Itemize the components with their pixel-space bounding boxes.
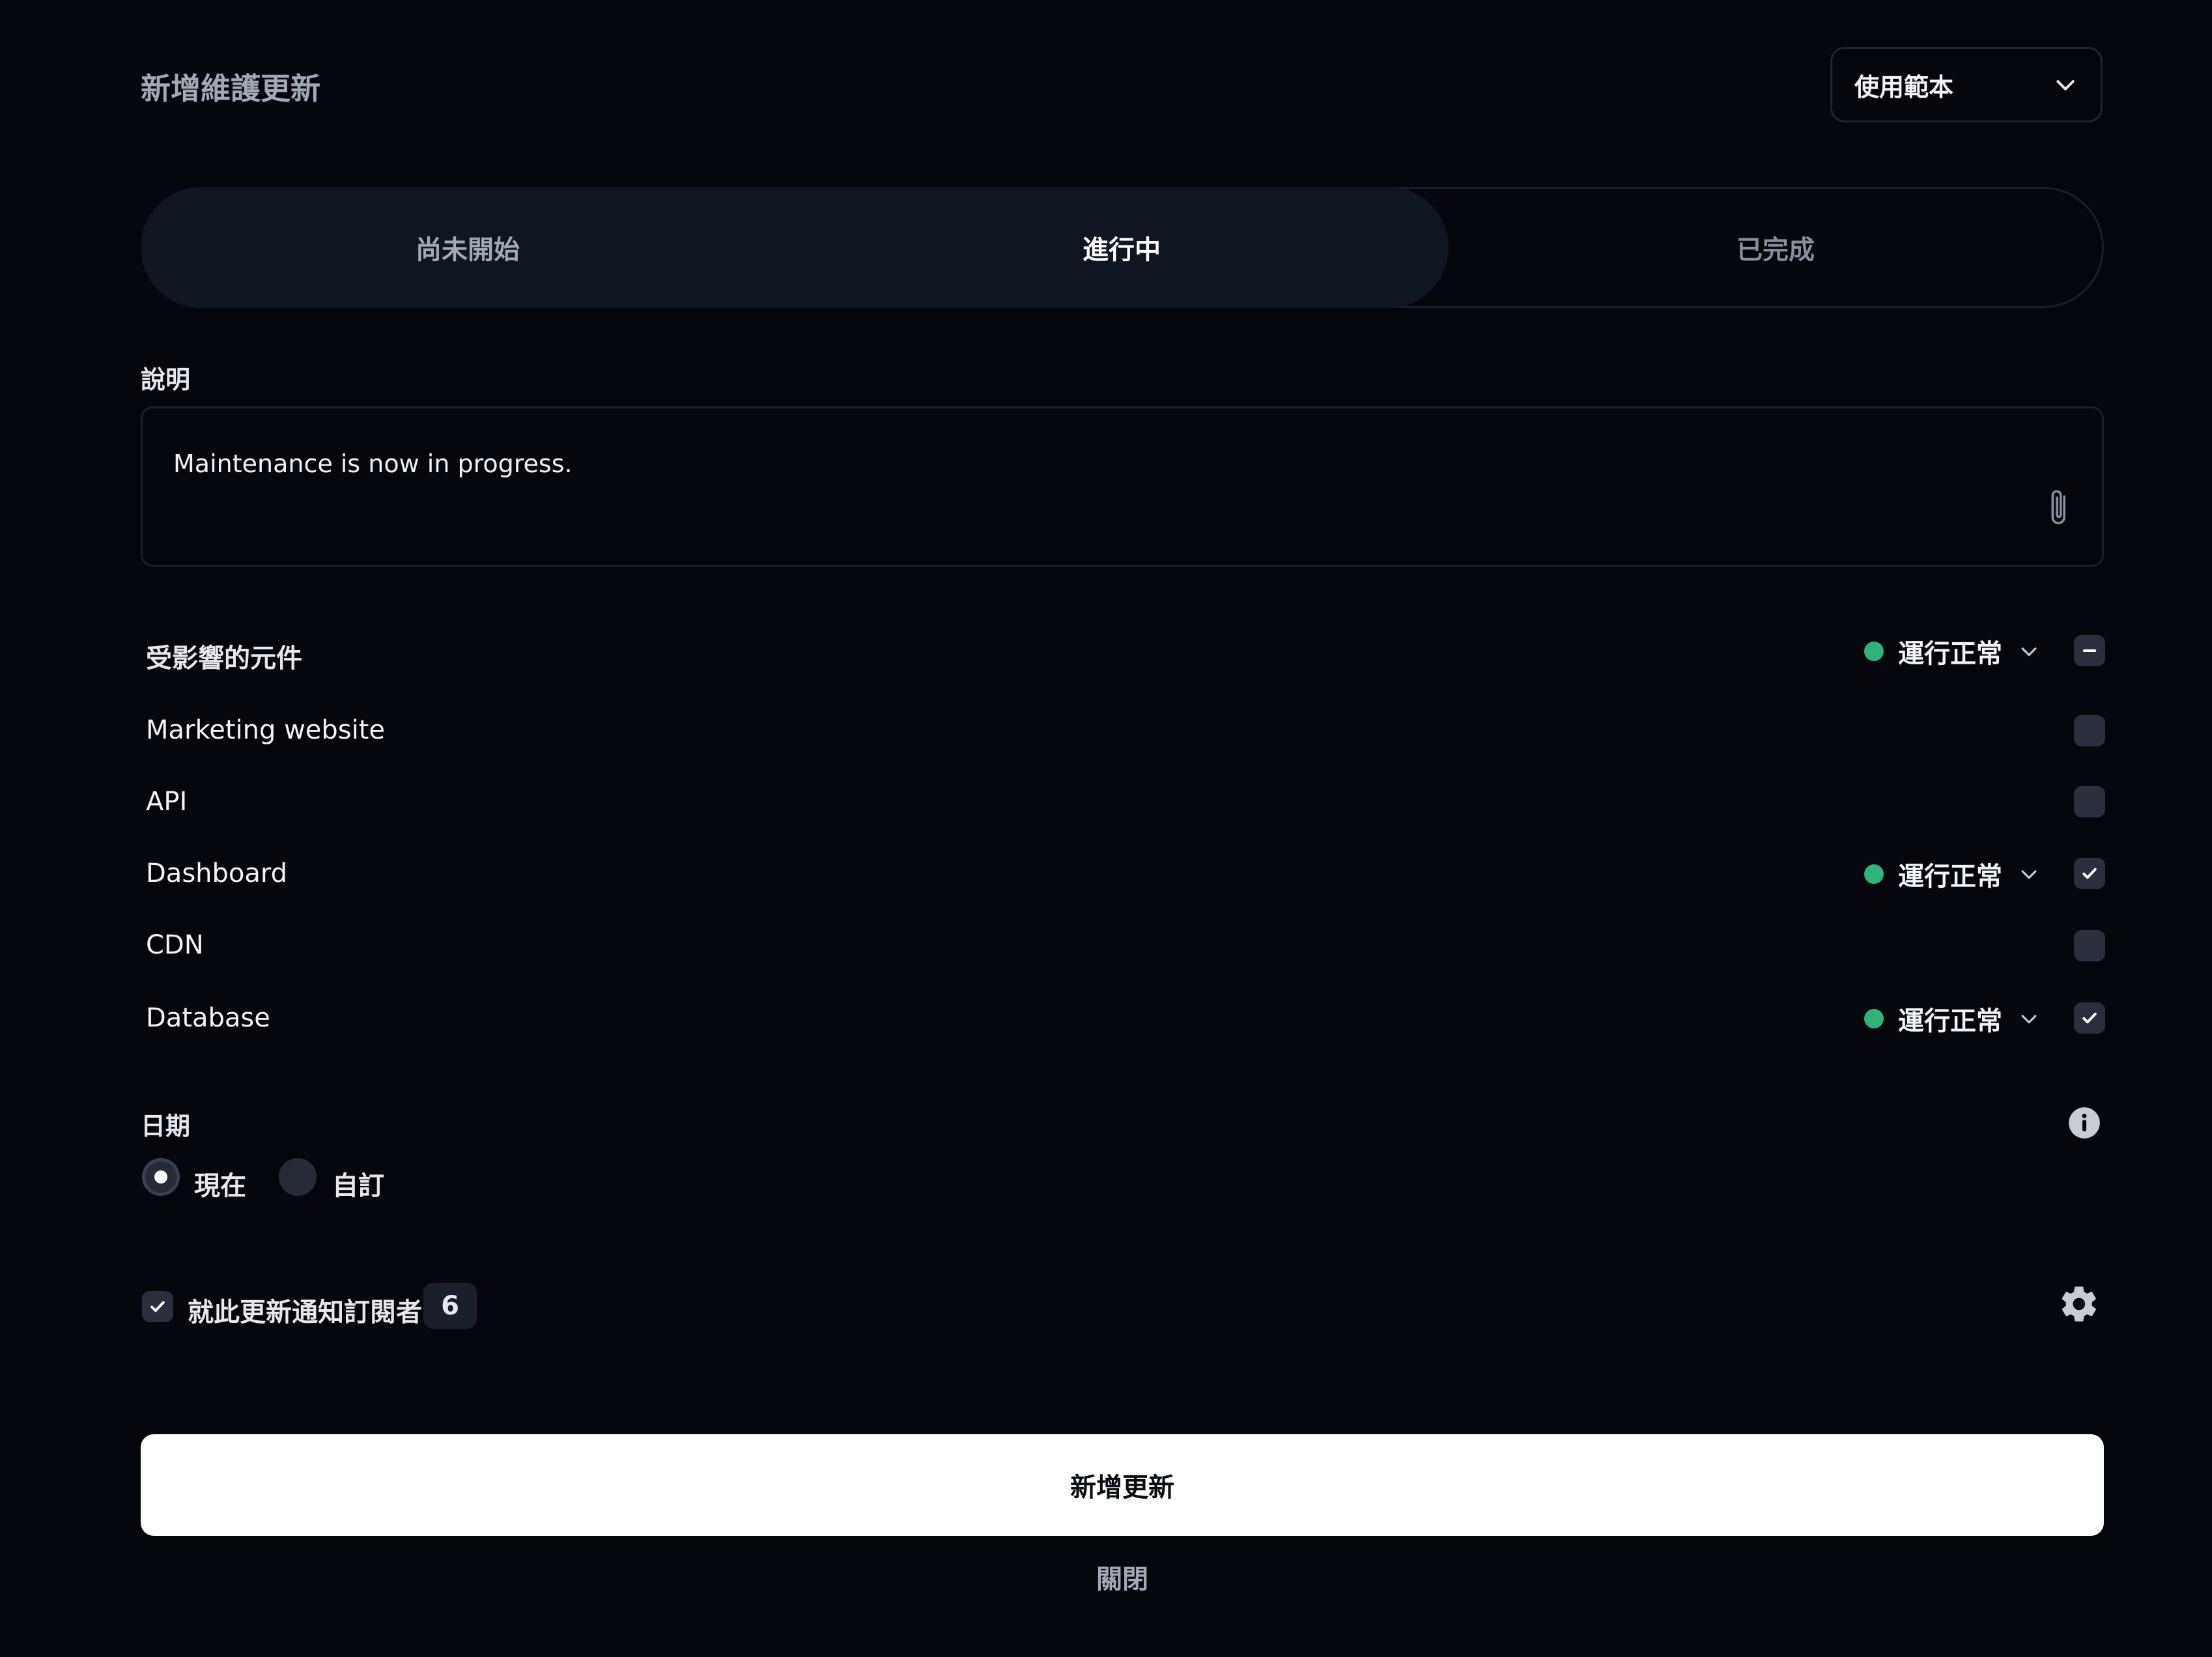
- bulk-status-dropdown[interactable]: 運行正常: [1864, 632, 2040, 671]
- component-name-cdn: CDN: [146, 930, 204, 960]
- tab-not-started[interactable]: 尚未開始: [141, 187, 795, 308]
- radio-now[interactable]: [142, 1158, 180, 1196]
- checkbox-dashboard[interactable]: [2074, 858, 2105, 889]
- chevron-down-icon: [2021, 870, 2037, 879]
- gear-icon[interactable]: [2058, 1283, 2100, 1325]
- notify-subscribers-label[interactable]: 就此更新通知訂閱者: [188, 1291, 422, 1329]
- chevron-down-icon: [2021, 647, 2037, 657]
- bulk-status-label: 運行正常: [1898, 639, 2002, 669]
- check-icon: [2082, 1012, 2097, 1024]
- page-title: 新增維護更新: [141, 71, 320, 106]
- tab-in-progress[interactable]: 進行中: [795, 187, 1449, 308]
- add-update-button[interactable]: 新增更新: [141, 1434, 2104, 1536]
- database-status-dropdown[interactable]: 運行正常: [1864, 999, 2040, 1038]
- minus-icon: [2082, 649, 2097, 653]
- use-template-dropdown[interactable]: 使用範本: [1830, 47, 2103, 122]
- component-name-marketing-website: Marketing website: [146, 715, 386, 745]
- dashboard-status-dropdown[interactable]: 運行正常: [1864, 855, 2040, 894]
- checkbox-cdn[interactable]: [2074, 930, 2105, 961]
- tab-completed[interactable]: 已完成: [1449, 187, 2103, 308]
- notify-subscribers-checkbox[interactable]: [142, 1291, 173, 1322]
- status-dot: [1864, 642, 1884, 661]
- checkbox-api[interactable]: [2074, 786, 2105, 817]
- description-textarea[interactable]: [141, 406, 2104, 567]
- check-icon: [2082, 868, 2097, 879]
- chevron-down-icon: [2021, 1015, 2037, 1024]
- status-dot: [1864, 864, 1884, 884]
- dashboard-status-label: 運行正常: [1898, 862, 2002, 892]
- component-name-dashboard: Dashboard: [146, 858, 288, 888]
- info-icon[interactable]: [2067, 1106, 2101, 1140]
- description-value: Maintenance is now in progress.: [173, 449, 573, 478]
- component-name-database: Database: [146, 1003, 270, 1033]
- paperclip-icon[interactable]: [2045, 487, 2074, 529]
- radio-now-label[interactable]: 現在: [194, 1165, 246, 1202]
- radio-selected-dot: [154, 1170, 167, 1183]
- chevron-down-icon: [2056, 80, 2075, 91]
- use-template-label: 使用範本: [1854, 72, 1954, 102]
- checkbox-marketing-website[interactable]: [2074, 715, 2105, 746]
- radio-custom[interactable]: [279, 1158, 317, 1196]
- database-status-label: 運行正常: [1898, 1006, 2002, 1036]
- radio-custom-label[interactable]: 自訂: [332, 1165, 384, 1202]
- description-label: 說明: [141, 365, 191, 394]
- component-name-api: API: [146, 787, 188, 817]
- subscriber-count-badge: 6: [423, 1283, 477, 1329]
- select-all-checkbox[interactable]: [2074, 635, 2105, 666]
- close-button[interactable]: 關閉: [141, 1558, 2104, 1596]
- checkbox-database[interactable]: [2074, 1002, 2105, 1034]
- status-dot: [1864, 1009, 1884, 1028]
- date-label: 日期: [141, 1112, 191, 1140]
- check-icon: [150, 1301, 165, 1312]
- affected-components-label: 受影響的元件: [146, 644, 302, 673]
